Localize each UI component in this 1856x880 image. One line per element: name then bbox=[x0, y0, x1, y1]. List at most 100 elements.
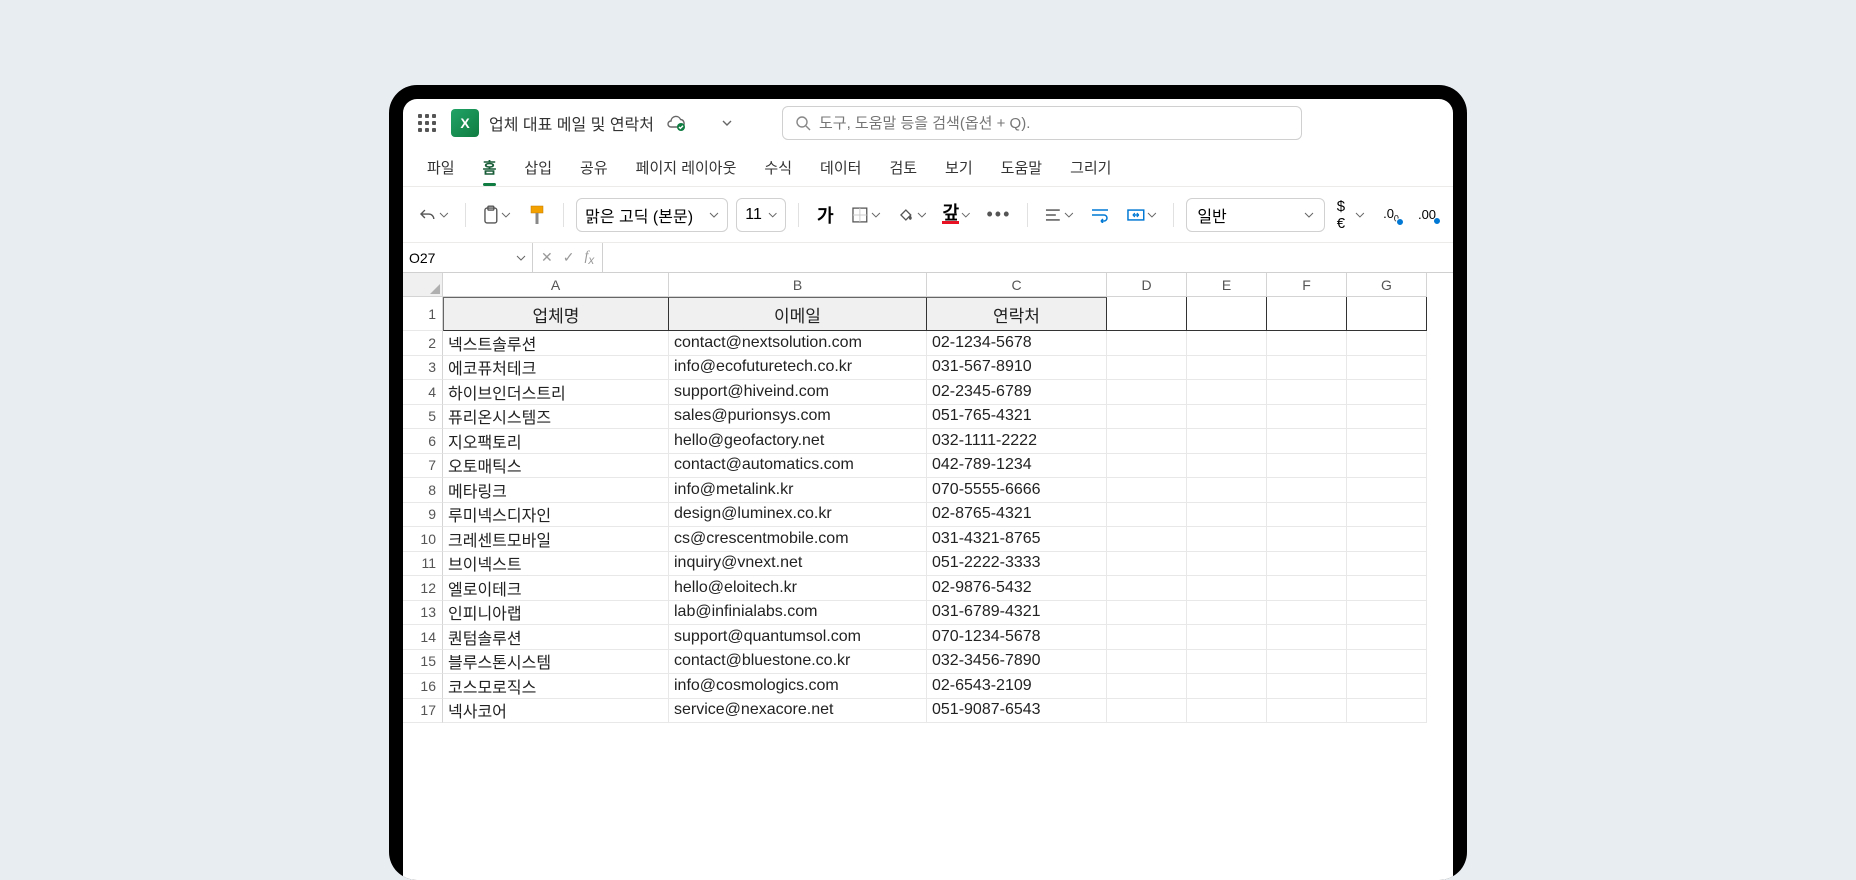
font-color-button[interactable]: 갚 bbox=[938, 199, 974, 231]
select-all-corner[interactable] bbox=[403, 273, 443, 297]
cell[interactable]: hello@eloitech.kr bbox=[669, 576, 927, 601]
col-header[interactable]: C bbox=[927, 273, 1107, 297]
cell[interactable]: 051-2222-3333 bbox=[927, 552, 1107, 577]
tab-파일[interactable]: 파일 bbox=[413, 147, 469, 186]
row-header[interactable]: 11 bbox=[403, 552, 443, 577]
cell[interactable]: lab@infinialabs.com bbox=[669, 601, 927, 626]
tab-도움말[interactable]: 도움말 bbox=[987, 147, 1056, 186]
tab-보기[interactable]: 보기 bbox=[931, 147, 987, 186]
row-header[interactable]: 14 bbox=[403, 625, 443, 650]
row-header[interactable]: 12 bbox=[403, 576, 443, 601]
cell[interactable]: 코스모로직스 bbox=[443, 674, 669, 699]
cell[interactable]: 02-2345-6789 bbox=[927, 380, 1107, 405]
row-header[interactable]: 1 bbox=[403, 297, 443, 331]
cell[interactable]: 042-789-1234 bbox=[927, 454, 1107, 479]
col-header[interactable]: F bbox=[1267, 273, 1347, 297]
cell[interactable]: 넥사코어 bbox=[443, 699, 669, 724]
cell[interactable]: 051-765-4321 bbox=[927, 405, 1107, 430]
cell[interactable]: 블루스톤시스템 bbox=[443, 650, 669, 675]
number-format-select[interactable]: 일반 bbox=[1186, 198, 1324, 232]
cell[interactable]: 퓨리온시스템즈 bbox=[443, 405, 669, 430]
cell[interactable]: service@nexacore.net bbox=[669, 699, 927, 724]
cell[interactable]: 032-3456-7890 bbox=[927, 650, 1107, 675]
cancel-formula-icon[interactable]: ✕ bbox=[541, 249, 553, 266]
row-header[interactable]: 13 bbox=[403, 601, 443, 626]
row-header[interactable]: 5 bbox=[403, 405, 443, 430]
table-header-cell[interactable]: 업체명 bbox=[443, 297, 669, 331]
row-header[interactable]: 16 bbox=[403, 674, 443, 699]
paste-button[interactable] bbox=[478, 199, 516, 231]
col-header[interactable]: D bbox=[1107, 273, 1187, 297]
cell[interactable]: sales@purionsys.com bbox=[669, 405, 927, 430]
table-header-cell[interactable]: 이메일 bbox=[669, 297, 927, 331]
table-header-cell[interactable]: 연락처 bbox=[927, 297, 1107, 331]
cell[interactable]: 넥스트솔루션 bbox=[443, 331, 669, 356]
cell[interactable]: 032-1111-2222 bbox=[927, 429, 1107, 454]
cell[interactable]: 루미넥스디자인 bbox=[443, 503, 669, 528]
name-box[interactable] bbox=[403, 243, 533, 272]
spreadsheet-grid[interactable]: A B C D E F G 1업체명이메일연락처2넥스트솔루션contact@n… bbox=[403, 273, 1453, 880]
cell[interactable]: hello@geofactory.net bbox=[669, 429, 927, 454]
formula-input[interactable] bbox=[611, 250, 1445, 266]
row-header[interactable]: 7 bbox=[403, 454, 443, 479]
cell[interactable]: contact@nextsolution.com bbox=[669, 331, 927, 356]
cell[interactable]: 070-5555-6666 bbox=[927, 478, 1107, 503]
formula-bar[interactable] bbox=[603, 243, 1453, 272]
font-size-select[interactable]: 11 bbox=[736, 198, 786, 232]
grid-body[interactable]: 1업체명이메일연락처2넥스트솔루션contact@nextsolution.co… bbox=[403, 297, 1453, 880]
row-header[interactable]: 4 bbox=[403, 380, 443, 405]
row-header[interactable]: 3 bbox=[403, 356, 443, 381]
cell[interactable]: 02-6543-2109 bbox=[927, 674, 1107, 699]
accept-formula-icon[interactable]: ✓ bbox=[563, 249, 575, 266]
cloud-sync-icon[interactable] bbox=[666, 115, 686, 131]
cell[interactable]: contact@bluestone.co.kr bbox=[669, 650, 927, 675]
cell[interactable]: 퀀텀솔루션 bbox=[443, 625, 669, 650]
cell[interactable]: 02-9876-5432 bbox=[927, 576, 1107, 601]
col-header[interactable]: B bbox=[669, 273, 927, 297]
wrap-text-button[interactable] bbox=[1086, 199, 1114, 231]
cell[interactable]: 엘로이테크 bbox=[443, 576, 669, 601]
merge-button[interactable] bbox=[1122, 199, 1162, 231]
cell[interactable]: support@quantumsol.com bbox=[669, 625, 927, 650]
borders-button[interactable] bbox=[847, 199, 885, 231]
tab-수식[interactable]: 수식 bbox=[750, 147, 806, 186]
fill-color-button[interactable] bbox=[893, 199, 931, 231]
cell[interactable]: support@hiveind.com bbox=[669, 380, 927, 405]
fx-icon[interactable]: fx bbox=[584, 249, 594, 267]
tab-페이지 레이아웃[interactable]: 페이지 레이아웃 bbox=[622, 147, 751, 186]
cell[interactable]: contact@automatics.com bbox=[669, 454, 927, 479]
cell[interactable]: design@luminex.co.kr bbox=[669, 503, 927, 528]
cell[interactable]: 지오팩토리 bbox=[443, 429, 669, 454]
tab-홈[interactable]: 홈 bbox=[469, 147, 511, 186]
cell[interactable]: 051-9087-6543 bbox=[927, 699, 1107, 724]
cell[interactable]: info@ecofuturetech.co.kr bbox=[669, 356, 927, 381]
cell[interactable]: 031-6789-4321 bbox=[927, 601, 1107, 626]
search-input[interactable] bbox=[819, 115, 1289, 132]
document-title[interactable]: 업체 대표 메일 및 연락처 bbox=[489, 111, 654, 135]
bold-button[interactable]: 가 bbox=[811, 199, 839, 231]
tab-데이터[interactable]: 데이터 bbox=[806, 147, 875, 186]
align-button[interactable] bbox=[1040, 199, 1078, 231]
tab-그리기[interactable]: 그리기 bbox=[1056, 147, 1125, 186]
tab-공유[interactable]: 공유 bbox=[566, 147, 622, 186]
font-name-select[interactable]: 맑은 고딕 (본문) bbox=[576, 198, 728, 232]
col-header[interactable]: A bbox=[443, 273, 669, 297]
row-header[interactable]: 15 bbox=[403, 650, 443, 675]
row-header[interactable]: 9 bbox=[403, 503, 443, 528]
cell[interactable]: 브이넥스트 bbox=[443, 552, 669, 577]
cell[interactable]: 에코퓨처테크 bbox=[443, 356, 669, 381]
increase-decimal-button[interactable]: .00 bbox=[1413, 199, 1441, 231]
name-box-input[interactable] bbox=[409, 250, 479, 266]
cell[interactable]: 031-567-8910 bbox=[927, 356, 1107, 381]
cell[interactable]: info@metalink.kr bbox=[669, 478, 927, 503]
format-painter-button[interactable] bbox=[523, 199, 551, 231]
col-header[interactable]: G bbox=[1347, 273, 1427, 297]
row-header[interactable]: 17 bbox=[403, 699, 443, 724]
undo-button[interactable] bbox=[415, 199, 453, 231]
more-font-button[interactable]: ••• bbox=[983, 199, 1016, 231]
cell[interactable]: info@cosmologics.com bbox=[669, 674, 927, 699]
row-header[interactable]: 6 bbox=[403, 429, 443, 454]
cell[interactable]: 02-1234-5678 bbox=[927, 331, 1107, 356]
cell[interactable]: 하이브인더스트리 bbox=[443, 380, 669, 405]
currency-button[interactable]: $€ bbox=[1333, 199, 1369, 231]
